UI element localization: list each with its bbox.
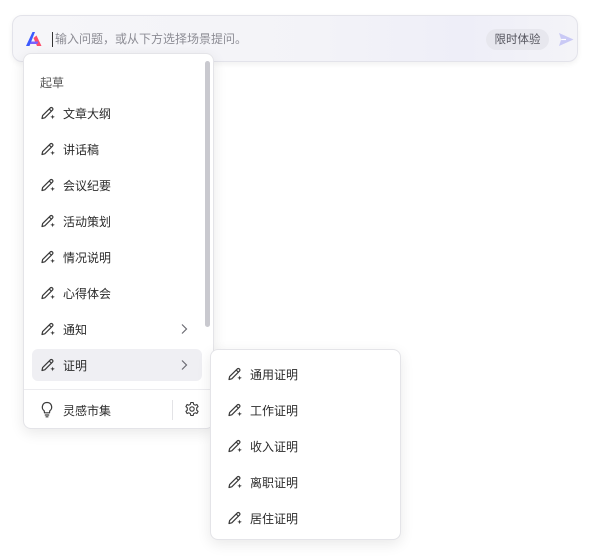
certificate-submenu: 通用证明 工作证明 收入证明 离职证明 居住证明: [210, 349, 401, 540]
gear-icon[interactable]: [184, 401, 200, 417]
menu-item-label: 讲话稿: [63, 143, 100, 157]
section-title-draft: 起草: [40, 76, 65, 90]
menu-item-meeting-minutes[interactable]: 会议纪要: [32, 169, 202, 201]
menu-item-notice[interactable]: 通知: [32, 313, 202, 345]
prompt-input[interactable]: [55, 28, 465, 50]
inspiration-market-link[interactable]: 灵感市集: [63, 402, 111, 419]
menu-item-label: 通知: [63, 323, 88, 337]
submenu-item-label: 通用证明: [250, 368, 299, 382]
menu-item-speech-draft[interactable]: 讲话稿: [32, 133, 202, 165]
menu-item-event-planning[interactable]: 活动策划: [32, 205, 202, 237]
scenario-dropdown-menu: 起草 文章大纲 讲话稿 会议纪要 活动策划 情况说明 心得体会 通知 证明 灵感…: [23, 53, 214, 429]
limited-trial-badge[interactable]: 限时体验: [486, 29, 549, 50]
chevron-right-icon: [181, 324, 188, 334]
menu-item-article-outline[interactable]: 文章大纲: [32, 97, 202, 129]
pen-sparkle-icon: [39, 104, 57, 122]
submenu-item-general-certificate[interactable]: 通用证明: [219, 358, 393, 390]
pen-sparkle-icon: [226, 401, 244, 419]
submenu-item-label: 收入证明: [250, 440, 299, 454]
menu-item-label: 活动策划: [63, 215, 112, 229]
submenu-item-resignation-certificate[interactable]: 离职证明: [219, 466, 393, 498]
submenu-item-income-certificate[interactable]: 收入证明: [219, 430, 393, 462]
menu-item-certificate[interactable]: 证明: [32, 349, 202, 381]
submenu-item-employment-certificate[interactable]: 工作证明: [219, 394, 393, 426]
submenu-item-label: 工作证明: [250, 404, 299, 418]
pen-sparkle-icon: [39, 176, 57, 194]
menu-item-label: 情况说明: [63, 251, 112, 265]
pen-sparkle-icon: [226, 437, 244, 455]
menu-item-situation-report[interactable]: 情况说明: [32, 241, 202, 273]
menu-item-label: 心得体会: [63, 287, 112, 301]
pen-sparkle-icon: [39, 320, 57, 338]
send-arrow-icon[interactable]: [557, 31, 575, 48]
pen-sparkle-icon: [39, 356, 57, 374]
pen-sparkle-icon: [226, 365, 244, 383]
pen-sparkle-icon: [39, 212, 57, 230]
menu-divider: [24, 389, 213, 390]
submenu-item-residence-certificate[interactable]: 居住证明: [219, 502, 393, 534]
menu-item-label: 会议纪要: [63, 179, 112, 193]
submenu-item-label: 居住证明: [250, 512, 299, 526]
menu-item-reflections[interactable]: 心得体会: [32, 277, 202, 309]
menu-item-label: 证明: [63, 359, 88, 373]
pen-sparkle-icon: [39, 248, 57, 266]
lightbulb-icon: [41, 401, 53, 418]
text-caret: [52, 32, 53, 47]
pen-sparkle-icon: [39, 140, 57, 158]
submenu-item-label: 离职证明: [250, 476, 299, 490]
chevron-right-icon: [181, 360, 188, 370]
menu-item-label: 文章大纲: [63, 107, 112, 121]
pen-sparkle-icon: [226, 509, 244, 527]
menu-scrollbar[interactable]: [205, 61, 210, 327]
wps-ai-logo-icon: [26, 32, 42, 46]
pen-sparkle-icon: [226, 473, 244, 491]
pen-sparkle-icon: [39, 284, 57, 302]
footer-separator: [172, 400, 173, 420]
